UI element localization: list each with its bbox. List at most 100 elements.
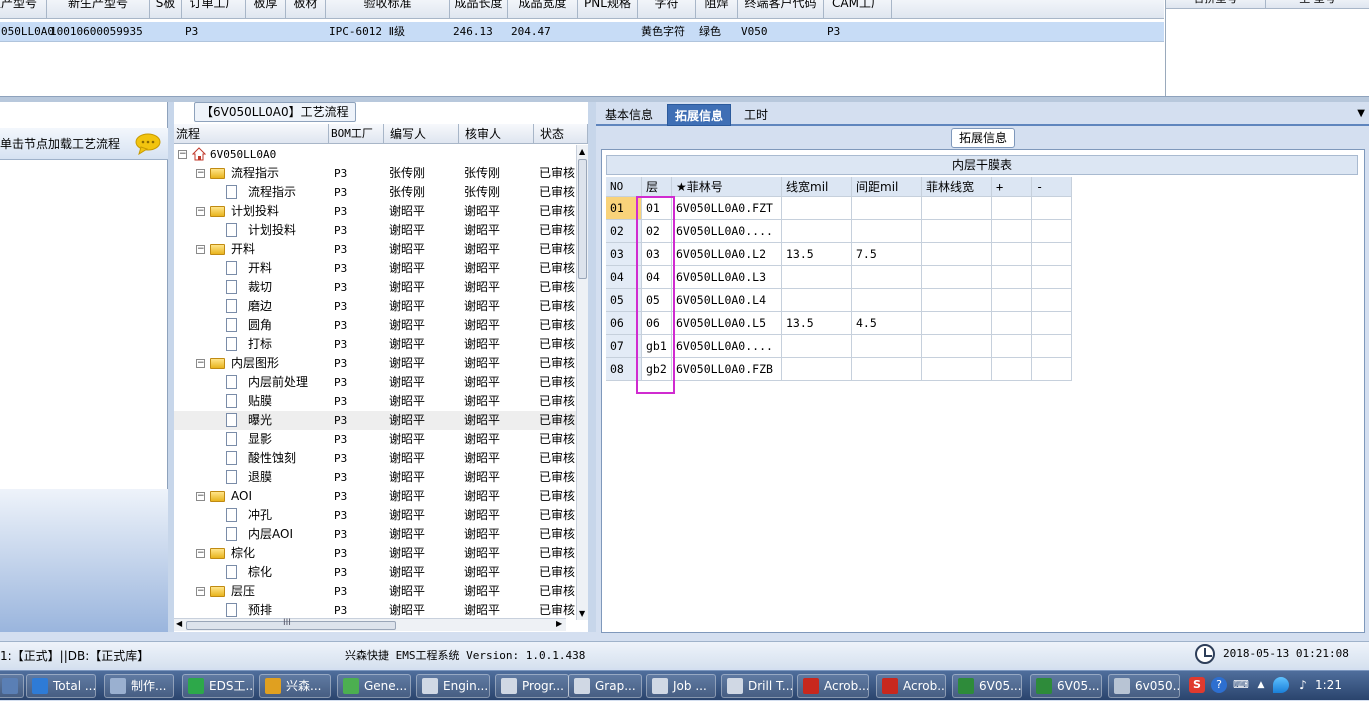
order-grid-col-header[interactable]: S板: [150, 0, 182, 19]
film-table-cell[interactable]: [922, 243, 992, 266]
taskbar-button[interactable]: Job ...: [646, 674, 716, 698]
film-table-cell[interactable]: 13.5: [782, 312, 852, 335]
tree-node[interactable]: − 棕化 P3 谢昭平 谢昭平 已审核: [174, 544, 576, 563]
expand-toggle-icon[interactable]: −: [196, 359, 205, 368]
film-table-cell[interactable]: [1032, 220, 1072, 243]
order-grid-col-header[interactable]: 新生产型号: [47, 0, 150, 19]
order-grid-col-header[interactable]: 生产型号: [0, 0, 47, 19]
film-table-cell[interactable]: [992, 289, 1032, 312]
film-table-cell[interactable]: [922, 197, 992, 220]
film-table-cell[interactable]: 6V050LL0A0.L2: [672, 243, 782, 266]
tree-vertical-scrollbar[interactable]: ▲ ▼: [576, 145, 588, 620]
order-grid-col-header[interactable]: 字符: [638, 0, 696, 19]
film-table-cell[interactable]: 7.5: [852, 243, 922, 266]
tree-node[interactable]: 开料 P3 谢昭平 谢昭平 已审核: [174, 259, 576, 278]
order-grid-col-header[interactable]: CAM工厂: [824, 0, 892, 19]
process-tree[interactable]: −6V050LL0A0− 流程指示 P3 张传刚 张传刚 已审核 流程指示 P3 张传刚 张传刚已…: [174, 145, 576, 620]
taskbar-button[interactable]: 兴森...: [259, 674, 331, 698]
film-table-cell[interactable]: [782, 220, 852, 243]
film-table-col-header[interactable]: 层: [642, 177, 672, 197]
film-table-row[interactable]: 04 04 6V050LL0A0.L3: [606, 266, 1072, 289]
tree-node[interactable]: 酸性蚀刻 P3 谢昭平 谢昭平 已审核: [174, 449, 576, 468]
film-table-cell[interactable]: [1032, 197, 1072, 220]
order-grid-row[interactable]: 050LL0A0 10010600059935 P3 IPC-6012 Ⅱ级 246.1…: [0, 22, 1164, 42]
film-table-cell[interactable]: [782, 197, 852, 220]
film-table-row[interactable]: 01 01 6V050LL0A0.FZT: [606, 197, 1072, 220]
scroll-up-arrow[interactable]: ▲: [579, 147, 585, 156]
taskbar-button[interactable]: Gene...: [337, 674, 411, 698]
tree-node[interactable]: 显影 P3 谢昭平 谢昭平 已审核: [174, 430, 576, 449]
tab-work-hours[interactable]: 工时: [737, 104, 775, 126]
taskbar-button[interactable]: Total ...: [26, 674, 96, 698]
tree-node[interactable]: − AOI P3 谢昭平 谢昭平 已审核: [174, 487, 576, 506]
film-table-cell[interactable]: 6V050LL0A0....: [672, 220, 782, 243]
tree-node[interactable]: − 内层图形 P3 谢昭平 谢昭平 已审核: [174, 354, 576, 373]
speech-bubble-icon[interactable]: [135, 133, 161, 155]
tree-node[interactable]: 裁切 P3 谢昭平 谢昭平 已审核: [174, 278, 576, 297]
film-table-cell[interactable]: [852, 197, 922, 220]
order-grid-col-header[interactable]: 终端客户代码: [738, 0, 824, 19]
film-table-cell[interactable]: [782, 358, 852, 381]
expand-toggle-icon[interactable]: −: [196, 587, 205, 596]
scroll-right-arrow[interactable]: ▶: [556, 619, 562, 628]
film-table-cell[interactable]: 6V050LL0A0.L3: [672, 266, 782, 289]
tab-menu-arrow-icon[interactable]: ▼: [1357, 108, 1365, 119]
expand-toggle-icon[interactable]: −: [196, 169, 205, 178]
tree-node[interactable]: − 开料 P3 谢昭平 谢昭平 已审核: [174, 240, 576, 259]
film-table-cell[interactable]: 6V050LL0A0.L5: [672, 312, 782, 335]
taskbar-button[interactable]: Progr...: [495, 674, 569, 698]
film-table-row[interactable]: 08 gb2 6V050LL0A0.FZB: [606, 358, 1072, 381]
film-table-cell[interactable]: [922, 289, 992, 312]
col-reviewer[interactable]: 核审人: [459, 124, 534, 144]
col-status[interactable]: 状态: [534, 124, 588, 144]
network-icon[interactable]: [1273, 677, 1289, 693]
order-grid-col-header[interactable]: 成品宽度: [508, 0, 578, 19]
order-grid-col-header[interactable]: 板厚: [246, 0, 286, 19]
film-table-cell[interactable]: [992, 220, 1032, 243]
tree-node[interactable]: − 6V050LL0A0: [174, 145, 576, 164]
film-table-cell[interactable]: 6V050LL0A0.FZB: [672, 358, 782, 381]
taskbar-button[interactable]: 6V05...: [952, 674, 1022, 698]
expand-toggle-icon[interactable]: −: [196, 245, 205, 254]
film-table-cell[interactable]: [922, 312, 992, 335]
film-table-cell[interactable]: [922, 220, 992, 243]
film-table-cell[interactable]: [922, 358, 992, 381]
middle-splitter[interactable]: [588, 102, 596, 632]
film-table-cell[interactable]: [782, 335, 852, 358]
film-table-cell[interactable]: 6V050LL0A0.FZT: [672, 197, 782, 220]
expand-toggle-icon[interactable]: −: [196, 549, 205, 558]
film-table-cell[interactable]: 13.5: [782, 243, 852, 266]
tree-horizontal-thumb[interactable]: III: [186, 618, 396, 630]
merge-model-grid[interactable]: 合拼型号 主 型号: [1165, 0, 1369, 96]
tree-node[interactable]: 打标 P3 谢昭平 谢昭平 已审核: [174, 335, 576, 354]
tray-expand-icon[interactable]: ▲: [1253, 677, 1269, 693]
film-table-row[interactable]: 05 05 6V050LL0A0.L4: [606, 289, 1072, 312]
scroll-down-arrow[interactable]: ▼: [579, 609, 585, 618]
film-table-cell[interactable]: [852, 266, 922, 289]
film-table-cell[interactable]: [1032, 335, 1072, 358]
tree-node[interactable]: − 计划投料 P3 谢昭平 谢昭平 已审核: [174, 202, 576, 221]
tree-horizontal-scrollbar[interactable]: ◀ III ▶: [174, 618, 566, 631]
film-table-row[interactable]: 06 06 6V050LL0A0.L5 13.5 4.5: [606, 312, 1072, 335]
film-table-cell[interactable]: [1032, 312, 1072, 335]
tab-basic-info[interactable]: 基本信息: [598, 104, 660, 126]
help-icon[interactable]: ?: [1211, 677, 1227, 693]
tray-clock[interactable]: 1:21: [1315, 678, 1342, 692]
tree-node[interactable]: 内层AOI P3 谢昭平 谢昭平 已审核: [174, 525, 576, 544]
film-table-col-header[interactable]: 菲林线宽: [922, 177, 992, 197]
tree-node[interactable]: 棕化 P3 谢昭平 谢昭平 已审核: [174, 563, 576, 582]
film-table-cell[interactable]: [852, 289, 922, 312]
order-grid-col-header[interactable]: 订单工厂: [182, 0, 246, 19]
taskbar-button[interactable]: Drill T...: [721, 674, 793, 698]
volume-icon[interactable]: ♪: [1295, 677, 1311, 693]
taskbar-button[interactable]: Acrob...: [876, 674, 946, 698]
film-table-cell[interactable]: [1032, 243, 1072, 266]
taskbar-button[interactable]: 制作...: [104, 674, 174, 698]
film-table-cell[interactable]: [1032, 289, 1072, 312]
film-table-cell[interactable]: [992, 197, 1032, 220]
tree-vertical-thumb[interactable]: [578, 159, 587, 279]
film-table-cell[interactable]: 4.5: [852, 312, 922, 335]
film-table-col-header[interactable]: NO: [606, 177, 642, 197]
film-table-col-header[interactable]: ★菲林号: [672, 177, 782, 197]
film-table-col-header[interactable]: 线宽mil: [782, 177, 852, 197]
